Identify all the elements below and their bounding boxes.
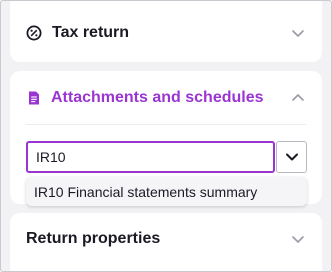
document-icon [29,91,39,105]
chevron-up-icon[interactable] [290,90,306,106]
chevron-down-icon[interactable] [290,25,306,41]
tax-return-header[interactable]: Tax return [10,19,322,47]
suggestion-label: IR10 Financial statements summary [34,183,258,200]
chevron-down-icon [285,153,298,161]
attachment-search-field[interactable] [26,141,275,173]
dropdown-toggle-button[interactable] [276,141,307,173]
section-divider [26,124,306,125]
return-properties-title: Return properties [26,230,161,247]
attachments-header[interactable]: Attachments and schedules [10,84,322,112]
tax-return-section[interactable]: Tax return [10,0,322,62]
chevron-down-icon[interactable] [290,231,306,247]
return-properties-section[interactable]: Return properties [10,213,322,272]
attachments-title: Attachments and schedules [51,89,264,106]
attachment-search-input[interactable] [28,143,273,171]
percent-circle-icon [26,25,42,41]
suggestion-item[interactable]: IR10 Financial statements summary [26,177,307,206]
return-properties-header[interactable]: Return properties [10,225,322,253]
tax-return-title: Tax return [52,24,130,41]
